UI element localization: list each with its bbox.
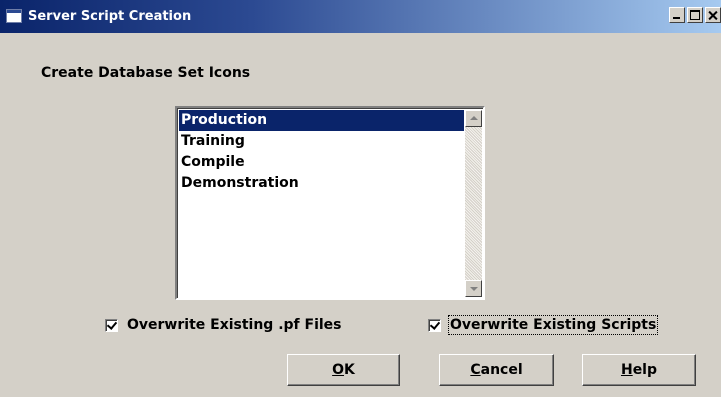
down-arrow-icon [470,287,478,291]
section-heading: Create Database Set Icons [41,65,251,81]
overwrite-pf-option[interactable]: Overwrite Existing .pf Files [105,317,342,333]
title-bar[interactable]: Server Script Creation [0,0,721,33]
ok-button-mnemonic: O [332,362,345,378]
scroll-down-button[interactable] [465,280,482,297]
help-button-label: elp [632,362,658,378]
overwrite-scripts-option[interactable]: Overwrite Existing Scripts [428,315,659,335]
minimize-icon[interactable] [669,7,685,23]
ok-button[interactable]: OK [287,354,400,386]
list-item-demonstration[interactable]: Demonstration [179,173,464,194]
window-icon [6,9,22,23]
window-controls [667,7,721,25]
overwrite-scripts-label: Overwrite Existing Scripts [447,315,659,335]
help-button[interactable]: Help [582,354,696,386]
listbox-items: Production Training Compile Demonstratio… [179,110,464,194]
close-icon[interactable] [705,7,721,23]
maximize-icon[interactable] [687,7,703,23]
up-arrow-icon [470,116,478,120]
list-item-compile[interactable]: Compile [179,152,464,173]
overwrite-scripts-checkbox[interactable] [428,318,441,332]
vertical-scrollbar[interactable] [465,110,482,297]
cancel-button-label: ancel [480,362,523,378]
database-set-listbox[interactable]: Production Training Compile Demonstratio… [175,106,485,300]
cancel-button[interactable]: Cancel [439,354,554,386]
scroll-up-button[interactable] [465,110,482,127]
overwrite-pf-checkbox[interactable] [105,318,118,332]
help-button-mnemonic: H [620,362,633,378]
cancel-button-mnemonic: C [470,362,481,378]
overwrite-pf-label: Overwrite Existing .pf Files [127,317,342,333]
window-title: Server Script Creation [28,9,192,24]
list-item-training[interactable]: Training [179,131,464,152]
ok-button-label: K [344,362,355,378]
list-item-production[interactable]: Production [179,110,464,131]
